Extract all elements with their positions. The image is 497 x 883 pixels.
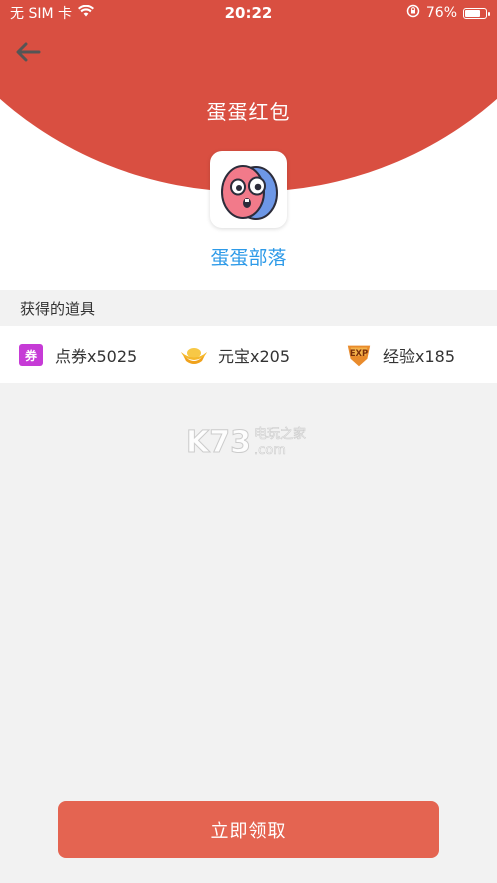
item-gold-ingot: 元宝x205 [180, 326, 290, 383]
gold-ingot-icon [180, 341, 208, 369]
items-section-label: 获得的道具 [20, 300, 96, 318]
rotation-lock-icon [406, 4, 420, 22]
claim-button[interactable]: 立即领取 [58, 801, 439, 858]
watermark-brand: K73 [186, 425, 251, 458]
k73-watermark: K73 电玩之家 .com [186, 424, 316, 461]
status-bar: 无 SIM 卡 20:22 76% [0, 0, 497, 26]
page-title: 蛋蛋红包 [206, 100, 291, 124]
app-logo [210, 151, 287, 228]
watermark-domain: .com [254, 443, 286, 458]
carrier-label: 无 SIM 卡 [10, 6, 72, 22]
item-label: 经验x185 [383, 346, 456, 366]
back-button[interactable] [12, 38, 44, 66]
wifi-icon [78, 4, 94, 21]
battery-icon [463, 7, 490, 19]
items-row: 券 点券x5025 元宝x205 EXP 经验x185 [0, 326, 497, 383]
coupon-icon: 券 [17, 341, 45, 369]
svg-text:EXP: EXP [350, 347, 368, 357]
svg-text:券: 券 [24, 348, 38, 363]
back-arrow-icon [16, 42, 41, 62]
exp-badge-icon: EXP [345, 341, 373, 369]
item-label: 元宝x205 [218, 346, 291, 366]
battery-percent: 76% [425, 5, 457, 21]
item-exp: EXP 经验x185 [345, 326, 455, 383]
egg-mascot-icon [220, 164, 278, 220]
watermark-cn: 电玩之家 [254, 426, 306, 442]
app-name: 蛋蛋部落 [210, 247, 287, 269]
item-coupon: 券 点券x5025 [17, 326, 137, 383]
item-label: 点券x5025 [55, 346, 138, 366]
